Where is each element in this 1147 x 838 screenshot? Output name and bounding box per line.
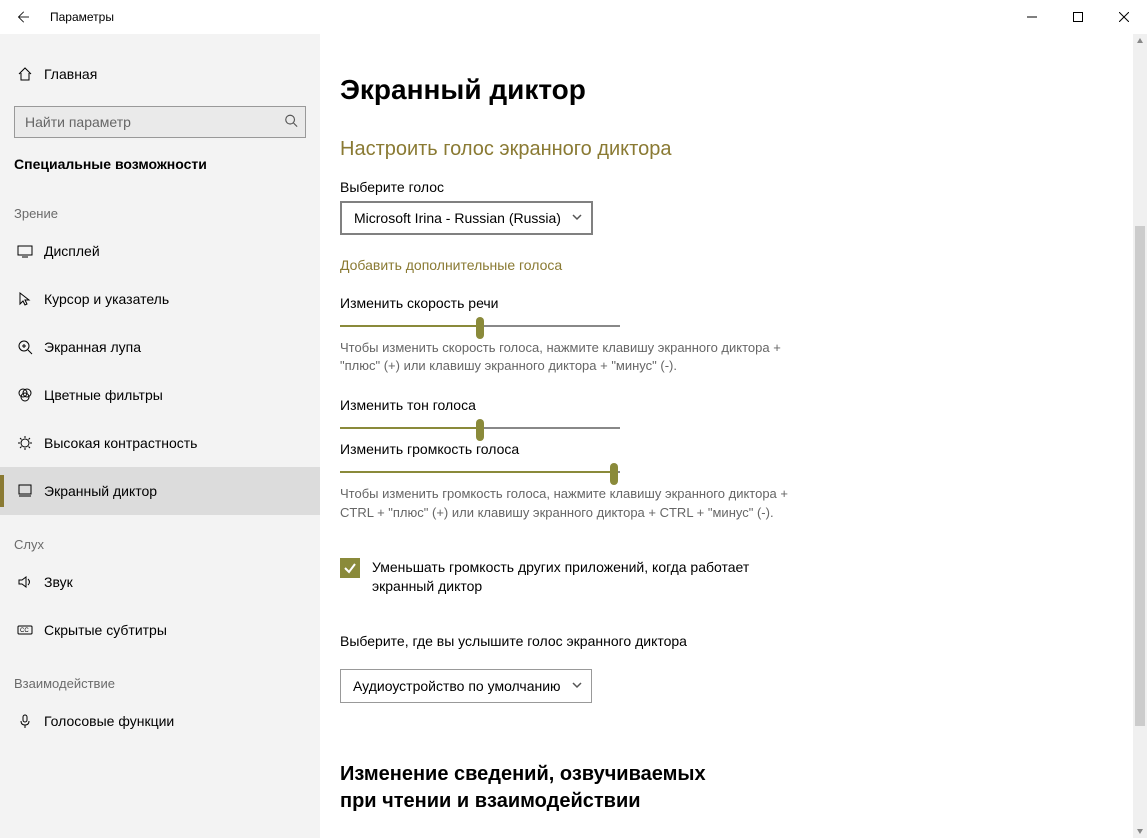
window-title: Параметры	[44, 10, 114, 24]
volume-slider[interactable]	[340, 465, 620, 467]
pitch-slider[interactable]	[340, 421, 620, 423]
sound-icon	[14, 574, 36, 590]
titlebar: Параметры	[0, 0, 1147, 34]
nav-label: Экранная лупа	[36, 339, 141, 355]
scroll-up-icon[interactable]	[1135, 36, 1145, 46]
home-label: Главная	[36, 66, 97, 82]
nav-label: Курсор и указатель	[36, 291, 169, 307]
minimize-button[interactable]	[1009, 0, 1055, 34]
output-combo[interactable]: Аудиоустройство по умолчанию	[340, 669, 592, 703]
add-voices-link[interactable]: Добавить дополнительные голоса	[340, 257, 562, 273]
checkbox-box	[340, 558, 360, 578]
nav-item-narrator[interactable]: Экранный диктор	[0, 467, 320, 515]
lower-volume-checkbox[interactable]: Уменьшать громкость других приложений, к…	[340, 558, 1080, 597]
sidebar: Главная Специальные возможности Зрение Д…	[0, 34, 320, 838]
group-label-vision: Зрение	[0, 184, 320, 227]
nav-item-captions[interactable]: CC Скрытые субтитры	[0, 606, 320, 654]
chevron-down-icon	[571, 210, 583, 226]
nav-label: Цветные фильтры	[36, 387, 163, 403]
scrollbar-thumb[interactable]	[1135, 226, 1145, 726]
nav-label: Скрытые субтитры	[36, 622, 167, 638]
category-title: Специальные возможности	[0, 156, 320, 184]
cursor-icon	[14, 291, 36, 307]
nav-item-contrast[interactable]: Высокая контрастность	[0, 419, 320, 467]
nav-label: Дисплей	[36, 243, 100, 259]
speed-help: Чтобы изменить скорость голоса, нажмите …	[340, 339, 800, 375]
display-icon	[14, 243, 36, 259]
search-icon	[284, 114, 298, 131]
nav-item-display[interactable]: Дисплей	[0, 227, 320, 275]
pitch-label: Изменить тон голоса	[340, 397, 1080, 413]
group-label-interaction: Взаимодействие	[0, 654, 320, 697]
voice-combo[interactable]: Microsoft Irina - Russian (Russia)	[340, 201, 593, 235]
search-input[interactable]	[14, 106, 306, 138]
nav-item-filters[interactable]: Цветные фильтры	[0, 371, 320, 419]
chevron-down-icon	[571, 678, 583, 694]
window-controls	[1009, 0, 1147, 34]
contrast-icon	[14, 435, 36, 451]
narrator-icon	[14, 483, 36, 499]
scrollbar[interactable]	[1133, 34, 1147, 838]
section-voice: Настроить голос экранного диктора	[340, 138, 1080, 161]
lower-volume-label: Уменьшать громкость других приложений, к…	[372, 558, 812, 597]
nav-item-cursor[interactable]: Курсор и указатель	[0, 275, 320, 323]
group-label-hearing: Слух	[0, 515, 320, 558]
nav-item-magnifier[interactable]: Экранная лупа	[0, 323, 320, 371]
output-selected: Аудиоустройство по умолчанию	[353, 678, 561, 694]
back-button[interactable]	[0, 0, 44, 34]
home-nav[interactable]: Главная	[0, 54, 320, 94]
microphone-icon	[14, 713, 36, 729]
speed-label: Изменить скорость речи	[340, 295, 1080, 311]
magnifier-icon	[14, 339, 36, 355]
nav-label: Экранный диктор	[36, 483, 157, 499]
content-pane: Экранный диктор Настроить голос экранног…	[320, 34, 1147, 838]
output-label: Выберите, где вы услышите голос экранног…	[340, 633, 1080, 649]
nav-label: Высокая контрастность	[36, 435, 197, 451]
page-title: Экранный диктор	[340, 74, 1080, 106]
close-button[interactable]	[1101, 0, 1147, 34]
volume-help: Чтобы изменить громкость голоса, нажмите…	[340, 485, 800, 521]
captions-icon: CC	[14, 622, 36, 638]
choose-voice-label: Выберите голос	[340, 179, 1080, 195]
home-icon	[14, 66, 36, 82]
speed-slider[interactable]	[340, 319, 620, 321]
nav-item-speech[interactable]: Голосовые функции	[0, 697, 320, 745]
nav-item-sound[interactable]: Звук	[0, 558, 320, 606]
voice-selected: Microsoft Irina - Russian (Russia)	[354, 210, 561, 226]
volume-label: Изменить громкость голоса	[340, 441, 1080, 457]
maximize-button[interactable]	[1055, 0, 1101, 34]
color-filters-icon	[14, 387, 36, 403]
nav-label: Голосовые функции	[36, 713, 174, 729]
scroll-down-icon[interactable]	[1135, 826, 1145, 836]
svg-text:CC: CC	[20, 628, 29, 634]
section-info: Изменение сведений, озвучиваемых при чте…	[340, 761, 740, 815]
nav-label: Звук	[36, 574, 73, 590]
search-box	[14, 106, 306, 138]
